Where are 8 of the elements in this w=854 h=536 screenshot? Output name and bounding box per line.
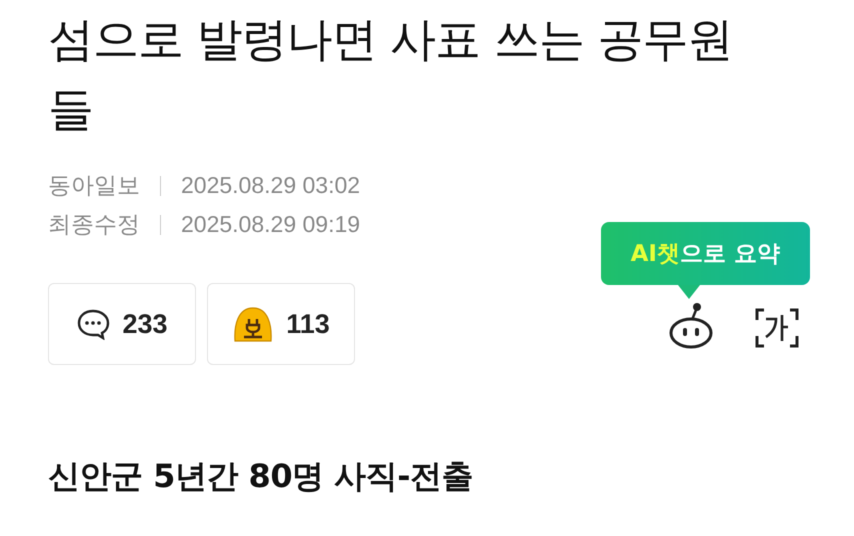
comment-button[interactable]: 233 bbox=[48, 283, 196, 365]
meta-date: 2025.08.29 09:19 bbox=[181, 211, 360, 238]
meta-label: 최종수정 bbox=[48, 210, 140, 239]
headline: 섬으로 발령나면 사표 쓰는 공무원들 bbox=[48, 11, 734, 138]
meta-label: 동아일보 bbox=[48, 171, 140, 200]
reaction-button[interactable]: 113 bbox=[207, 283, 355, 365]
meta-date: 2025.08.29 03:02 bbox=[181, 172, 360, 199]
subheading: 신안군 5년간 80명 사직-전출 bbox=[48, 456, 474, 497]
